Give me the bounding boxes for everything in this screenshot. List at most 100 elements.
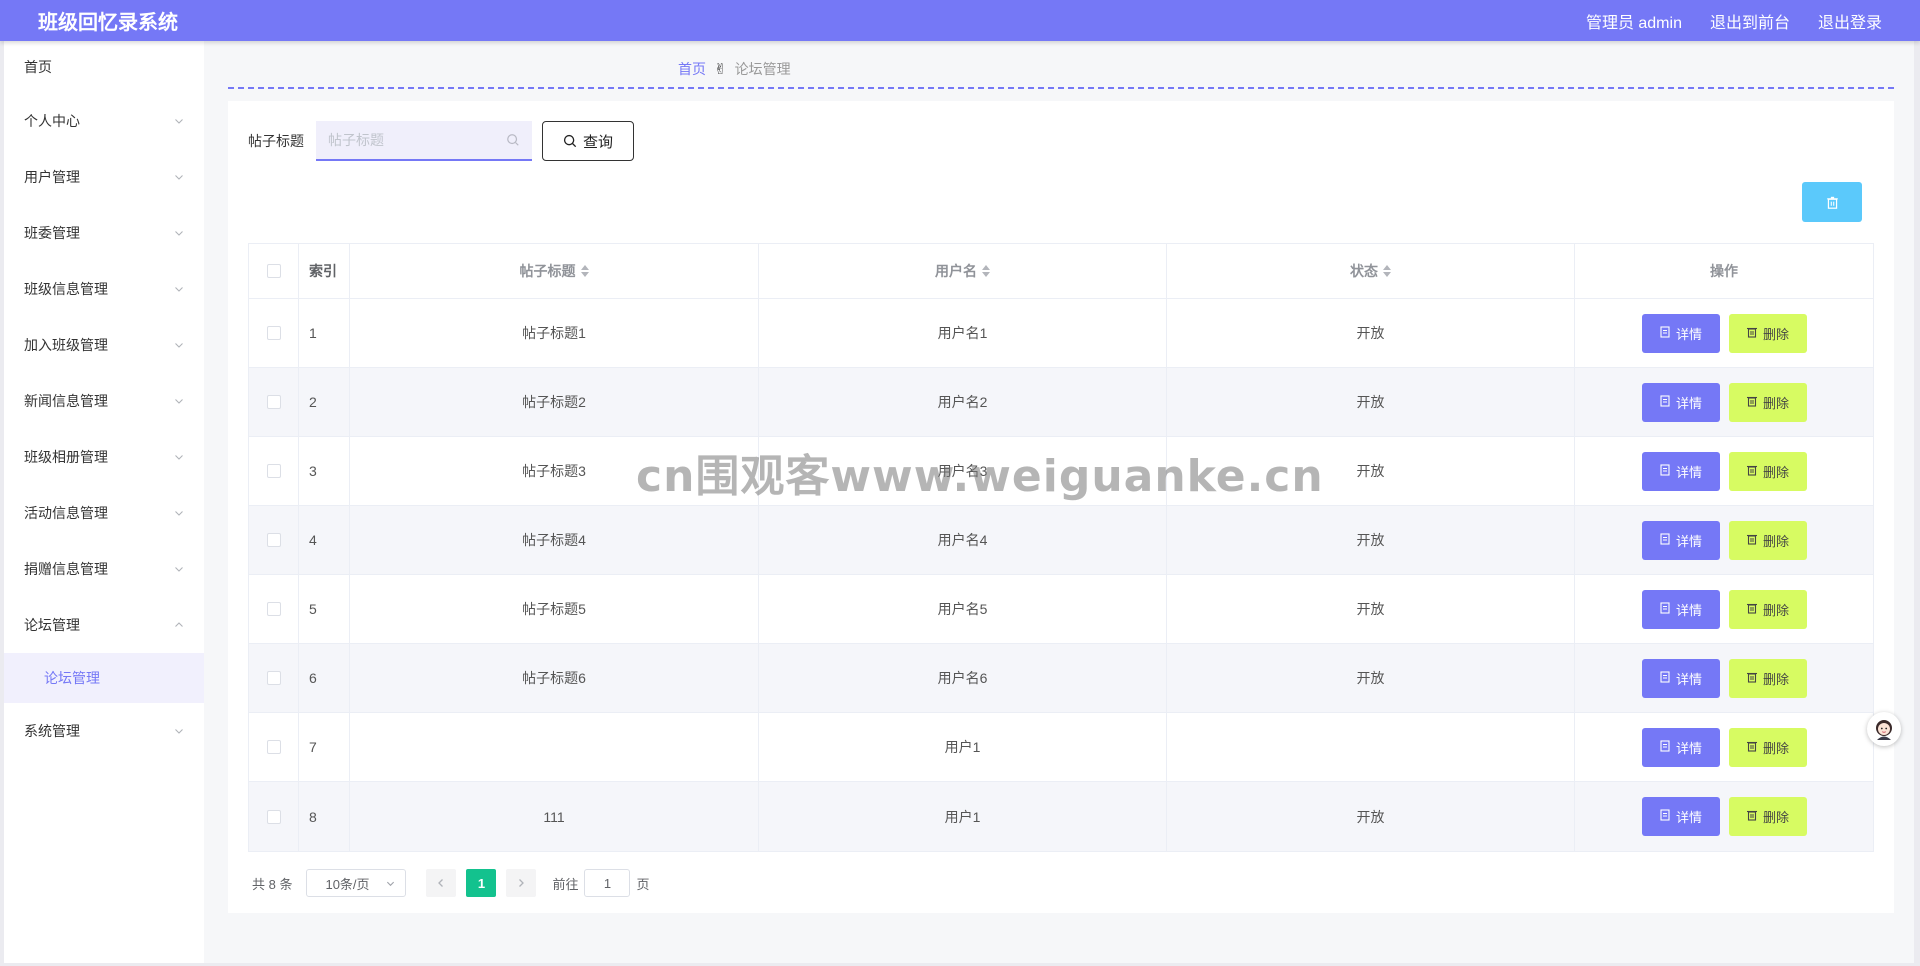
sidebar-item[interactable]: 新闻信息管理 <box>4 373 204 429</box>
sidebar-item[interactable]: 个人中心 <box>4 93 204 149</box>
page-size-select[interactable]: 10条/页 <box>306 869 407 897</box>
row-select-cell <box>249 437 299 505</box>
detail-button[interactable]: 详情 <box>1641 382 1720 422</box>
header-username[interactable]: 用户名 <box>759 244 1167 298</box>
row-checkbox[interactable] <box>266 533 281 547</box>
row-status: 开放 <box>1167 299 1575 367</box>
row-checkbox[interactable] <box>266 464 281 478</box>
delete-button-label: 删除 <box>1762 464 1789 480</box>
sidebar-item-label: 个人中心 <box>24 113 80 129</box>
sort-icon[interactable] <box>982 265 990 277</box>
row-select-cell <box>249 644 299 712</box>
delete-button[interactable]: 删除 <box>1728 727 1807 767</box>
breadcrumb-current: 论坛管理 <box>734 61 791 77</box>
row-index: 7 <box>299 713 350 781</box>
chevron-down-icon <box>172 506 186 520</box>
trash-icon <box>1746 464 1758 479</box>
detail-button[interactable]: 详情 <box>1641 313 1720 353</box>
sidebar-item-label: 活动信息管理 <box>24 505 108 521</box>
row-ops: 详情 删除 <box>1575 713 1873 781</box>
chevron-down-icon <box>172 170 186 184</box>
row-checkbox[interactable] <box>266 602 281 616</box>
detail-button[interactable]: 详情 <box>1641 589 1720 629</box>
detail-button-label: 详情 <box>1675 464 1702 480</box>
document-icon <box>1659 463 1671 479</box>
delete-button[interactable]: 删除 <box>1728 658 1807 698</box>
detail-button[interactable]: 详情 <box>1641 727 1720 767</box>
table-row: 2 帖子标题2 用户名2 开放 详情 删除 <box>249 368 1873 437</box>
search-input[interactable] <box>328 132 498 148</box>
row-checkbox[interactable] <box>266 740 281 754</box>
select-all-checkbox[interactable] <box>266 264 281 278</box>
hand-icon: ✌ <box>714 61 727 78</box>
breadcrumb-home[interactable]: 首页 <box>678 59 706 79</box>
sidebar-item[interactable]: 活动信息管理 <box>4 485 204 541</box>
breadcrumb: 首页 ✌ 论坛管理 <box>678 59 791 79</box>
goto-page-input[interactable] <box>584 869 631 897</box>
sort-icon[interactable] <box>1383 265 1391 277</box>
row-ops: 详情 删除 <box>1575 368 1873 436</box>
pagination-total: 共 8 条 <box>252 876 293 892</box>
header-title[interactable]: 帖子标题 <box>350 244 759 298</box>
detail-button[interactable]: 详情 <box>1641 658 1720 698</box>
page-number-active[interactable]: 1 <box>466 869 497 897</box>
chevron-left-icon <box>438 879 444 887</box>
sidebar-item[interactable]: 捐赠信息管理 <box>4 541 204 597</box>
delete-button[interactable]: 删除 <box>1728 589 1807 629</box>
row-title: 帖子标题3 <box>350 437 759 505</box>
delete-button[interactable]: 删除 <box>1728 451 1807 491</box>
row-username: 用户名2 <box>759 368 1167 436</box>
sidebar-item[interactable]: 班委管理 <box>4 205 204 261</box>
goto-suffix: 页 <box>636 876 650 892</box>
header-status[interactable]: 状态 <box>1167 244 1575 298</box>
row-ops: 详情 删除 <box>1575 575 1873 643</box>
delete-button[interactable]: 删除 <box>1728 382 1807 422</box>
sidebar-item[interactable]: 班级相册管理 <box>4 429 204 485</box>
goto-prefix: 前往 <box>552 876 579 892</box>
sidebar-item[interactable]: 加入班级管理 <box>4 317 204 373</box>
delete-button[interactable]: 删除 <box>1728 520 1807 560</box>
sidebar-item[interactable]: 论坛管理 <box>4 597 204 653</box>
sidebar-item[interactable]: 班级信息管理 <box>4 261 204 317</box>
sort-icon[interactable] <box>580 265 589 277</box>
logout-link[interactable]: 退出登录 <box>1818 9 1882 33</box>
trash-icon <box>1746 740 1758 755</box>
sidebar-item[interactable]: 用户管理 <box>4 149 204 205</box>
row-title: 111 <box>350 782 759 851</box>
row-checkbox[interactable] <box>266 395 281 409</box>
query-button[interactable]: 查询 <box>542 121 634 161</box>
prev-page-button[interactable] <box>426 869 457 897</box>
document-icon <box>1659 532 1671 548</box>
row-status <box>1167 713 1575 781</box>
sidebar-subitem-forum[interactable]: 论坛管理 <box>4 653 204 703</box>
chevron-down-icon <box>172 338 186 352</box>
row-ops: 详情 删除 <box>1575 437 1873 505</box>
row-checkbox[interactable] <box>266 809 281 824</box>
row-username: 用户1 <box>759 713 1167 781</box>
sidebar-item-label: 班委管理 <box>24 225 80 241</box>
detail-button[interactable]: 详情 <box>1641 451 1720 491</box>
exit-to-front-link[interactable]: 退出到前台 <box>1710 9 1790 33</box>
sidebar-item[interactable]: 系统管理 <box>4 703 204 759</box>
next-page-button[interactable] <box>506 869 537 897</box>
row-select-cell <box>249 782 299 851</box>
delete-button[interactable]: 删除 <box>1728 797 1807 836</box>
batch-delete-button[interactable] <box>1802 182 1862 222</box>
row-select-cell <box>249 299 299 367</box>
top-header: 班级回忆录系统 管理员 admin 退出到前台 退出登录 <box>0 0 1920 41</box>
header-title-label: 帖子标题 <box>519 263 576 279</box>
detail-button[interactable]: 详情 <box>1641 797 1720 836</box>
table-row: 3 帖子标题3 用户名3 开放 详情 删除 <box>249 437 1873 506</box>
detail-button[interactable]: 详情 <box>1641 520 1720 560</box>
pagination: 共 8 条 10条/页 1 前往 页 <box>252 869 650 897</box>
delete-button[interactable]: 删除 <box>1728 313 1807 353</box>
floating-avatar[interactable] <box>1867 712 1901 746</box>
row-index: 8 <box>299 782 350 851</box>
sidebar-item[interactable]: 首页 <box>4 41 204 93</box>
row-checkbox[interactable] <box>266 326 281 340</box>
row-index: 1 <box>299 299 350 367</box>
row-select-cell <box>249 713 299 781</box>
row-checkbox[interactable] <box>266 671 281 685</box>
goto-page: 前往 页 <box>552 869 650 897</box>
row-title: 帖子标题5 <box>350 575 759 643</box>
